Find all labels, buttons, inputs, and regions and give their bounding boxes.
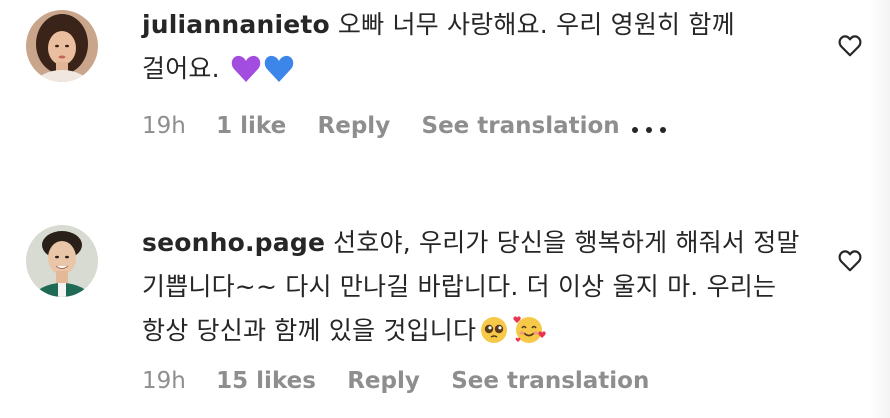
comment-text: juliannanieto 오빠 너무 사랑해요. 우리 영원히 함께 걸어요.: [142, 3, 802, 97]
comment-actions: 19h 1 like Reply See translation: [142, 113, 667, 140]
more-options-icon[interactable]: [631, 114, 667, 140]
avatar[interactable]: [26, 225, 98, 297]
reply-button[interactable]: Reply: [347, 368, 420, 394]
comment-time: 19h: [142, 113, 186, 139]
reply-button[interactable]: Reply: [318, 113, 391, 139]
like-heart-icon[interactable]: [837, 33, 863, 59]
pleading-face-emoji: [479, 315, 509, 359]
like-count[interactable]: 15 likes: [216, 368, 316, 394]
like-count[interactable]: 1 like: [216, 113, 286, 139]
avatar[interactable]: [26, 10, 98, 82]
see-translation-button[interactable]: See translation: [451, 368, 649, 394]
comment-username[interactable]: juliannanieto: [142, 10, 330, 39]
purple-heart-emoji: [231, 53, 261, 97]
comment-item: seonho.page 선호야, 우리가 당신을 행복하게 해줘서 정말 기쁩니다…: [0, 200, 890, 418]
like-heart-icon[interactable]: [837, 248, 863, 274]
comment-time: 19h: [142, 368, 186, 394]
comment-actions: 19h 15 likes Reply See translation: [142, 368, 649, 394]
comment-username[interactable]: seonho.page: [142, 228, 325, 257]
comment-text: seonho.page 선호야, 우리가 당신을 행복하게 해줘서 정말 기쁩니다…: [142, 221, 802, 359]
see-translation-button[interactable]: See translation: [422, 113, 620, 139]
blue-heart-emoji: [264, 53, 294, 97]
smiling-face-with-hearts-emoji: [512, 313, 546, 359]
comment-item: juliannanieto 오빠 너무 사랑해요. 우리 영원히 함께 걸어요. …: [0, 0, 890, 170]
